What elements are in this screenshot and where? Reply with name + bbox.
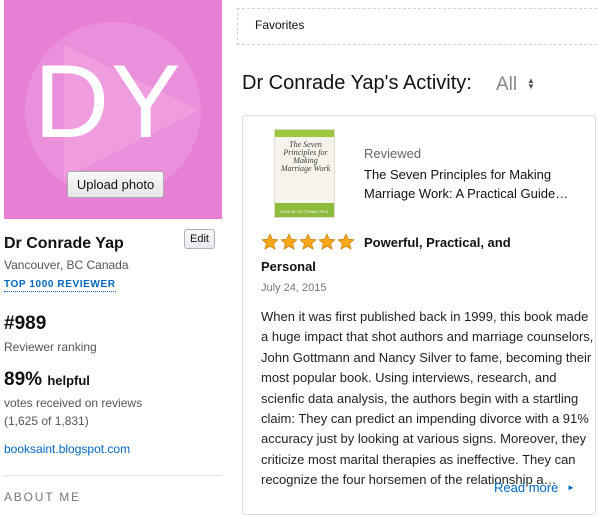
favorites-box[interactable]: Favorites	[237, 8, 597, 45]
top-reviewer-badge[interactable]: TOP 1000 REVIEWER	[4, 279, 116, 292]
book-cover-title: The Seven Principles for Making Marriage…	[280, 140, 331, 173]
review-date: July 24, 2015	[261, 282, 327, 294]
section-divider	[4, 475, 222, 476]
profile-avatar: DY Upload photo	[4, 0, 222, 219]
review-headline-continued[interactable]: Personal	[261, 259, 316, 274]
helpful-percentage: 89% helpful	[4, 369, 90, 391]
edit-profile-button[interactable]: Edit	[184, 229, 215, 249]
book-title-link[interactable]: The Seven Principles for Making Marriage…	[364, 165, 574, 203]
activity-title: Dr Conrade Yap's Activity:	[242, 72, 472, 94]
helpful-word: helpful	[47, 373, 90, 388]
about-me-heading: ABOUT ME	[4, 490, 81, 504]
activity-filter-select[interactable]: All	[496, 74, 517, 96]
review-body-text: When it was first published back in 1999…	[261, 309, 594, 488]
chevron-right-icon[interactable]: ►	[567, 483, 575, 492]
helpful-percent-value: 89%	[4, 369, 43, 390]
star-icon	[261, 233, 279, 250]
star-icon	[280, 233, 298, 250]
star-icon	[337, 233, 355, 250]
profile-website-link[interactable]: booksaint.blogspot.com	[4, 442, 130, 456]
rating-stars	[261, 233, 355, 251]
votes-label: votes received on reviews	[4, 396, 143, 410]
activity-action-label: Reviewed	[364, 146, 422, 161]
star-icon	[318, 233, 336, 250]
profile-location: Vancouver, BC Canada	[4, 258, 129, 272]
reviewer-rank-label: Reviewer ranking	[4, 340, 97, 354]
upload-photo-button[interactable]: Upload photo	[67, 171, 164, 198]
profile-name: Dr Conrade Yap	[4, 235, 124, 252]
book-cover-image[interactable]: The Seven Principles for Making Marriage…	[274, 129, 335, 218]
star-icon	[299, 233, 317, 250]
votes-count: (1,625 of 1,831)	[4, 414, 89, 428]
favorites-label: Favorites	[255, 18, 305, 32]
cover-top-bar	[275, 130, 334, 137]
select-arrows-icon[interactable]: ▲ ▼	[527, 77, 535, 91]
review-headline[interactable]: Powerful, Practical, and	[364, 235, 511, 250]
avatar-initials: DY	[34, 44, 183, 160]
reviewer-rank: #989	[4, 313, 47, 334]
book-cover-author: JOHN M. GOTTMAN, Ph.D.	[279, 209, 330, 214]
read-more-link[interactable]: Read more	[494, 480, 558, 495]
